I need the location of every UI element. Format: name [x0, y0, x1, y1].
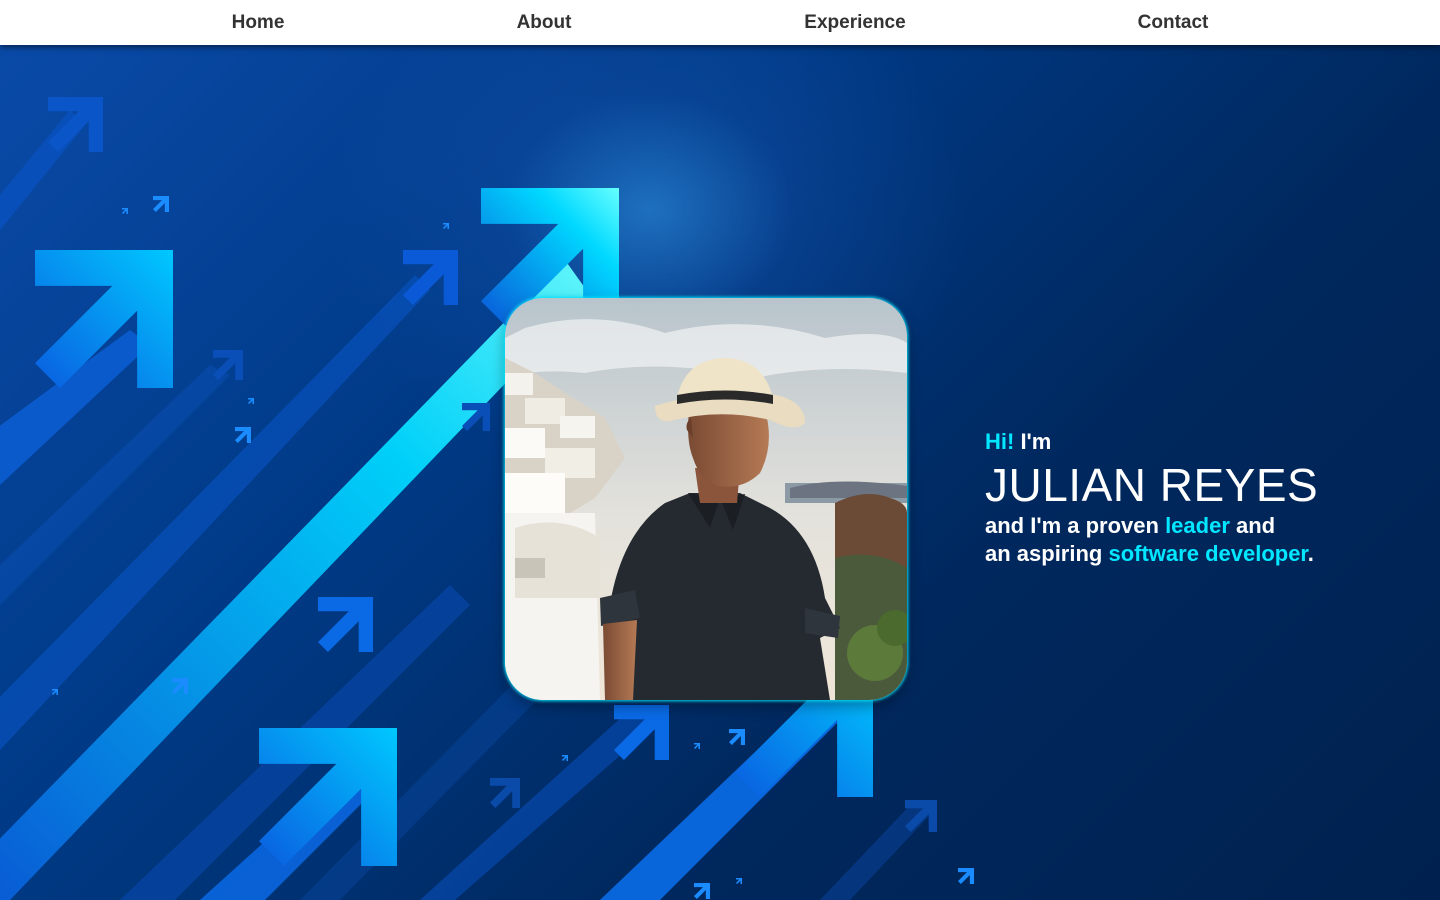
- arrow-up-right-icon: [694, 883, 710, 899]
- tagline-1-prefix: and I'm a proven: [985, 513, 1166, 538]
- nav-link-experience[interactable]: Experience: [804, 12, 905, 34]
- arrow-up-right-icon: [443, 223, 449, 229]
- arrow-up-right-icon: [694, 743, 700, 749]
- arrow-up-right-icon: [153, 196, 169, 212]
- tagline-1-suffix: and: [1229, 513, 1276, 538]
- arrow-up-right-icon: [122, 208, 128, 214]
- hero-name: JULIAN REYES: [985, 459, 1319, 511]
- arrow-up-right-icon: [736, 878, 742, 884]
- nav-link-contact[interactable]: Contact: [1138, 12, 1209, 34]
- tagline-line-1: and I'm a proven leader and: [985, 512, 1318, 540]
- arrow-up-right-icon: [259, 728, 397, 866]
- tagline-1-highlight: leader: [1165, 513, 1230, 538]
- nav-link-home[interactable]: Home: [232, 12, 285, 34]
- tagline-line-2: an aspiring software developer.: [985, 540, 1318, 568]
- top-navbar: Home About Experience Contact: [0, 0, 1440, 45]
- arrow-up-right-icon: [403, 250, 458, 305]
- tagline-2-highlight: software developer: [1108, 541, 1308, 566]
- intro-block: Hi! I'm JULIAN REYES and I'm a proven le…: [985, 428, 1318, 568]
- greeting: Hi! I'm: [985, 428, 1318, 456]
- arrow-up-right-icon: [490, 778, 520, 808]
- profile-photo: [505, 298, 907, 700]
- arrow-up-right-icon: [48, 97, 103, 152]
- tagline-2-prefix: an aspiring: [985, 541, 1109, 566]
- arrow-up-right-icon: [248, 398, 254, 404]
- arrow-up-right-icon: [729, 729, 745, 745]
- arrow-up-right-icon: [318, 597, 373, 652]
- tagline-2-suffix: .: [1307, 541, 1314, 566]
- arrow-up-right-icon: [958, 868, 974, 884]
- arrow-up-right-icon: [235, 427, 251, 443]
- greeting-hi: Hi!: [985, 429, 1015, 454]
- greeting-im: I'm: [1014, 429, 1052, 454]
- profile-photo-image: [505, 298, 907, 700]
- nav-link-about[interactable]: About: [517, 12, 572, 34]
- arrow-up-right-icon: [562, 755, 568, 761]
